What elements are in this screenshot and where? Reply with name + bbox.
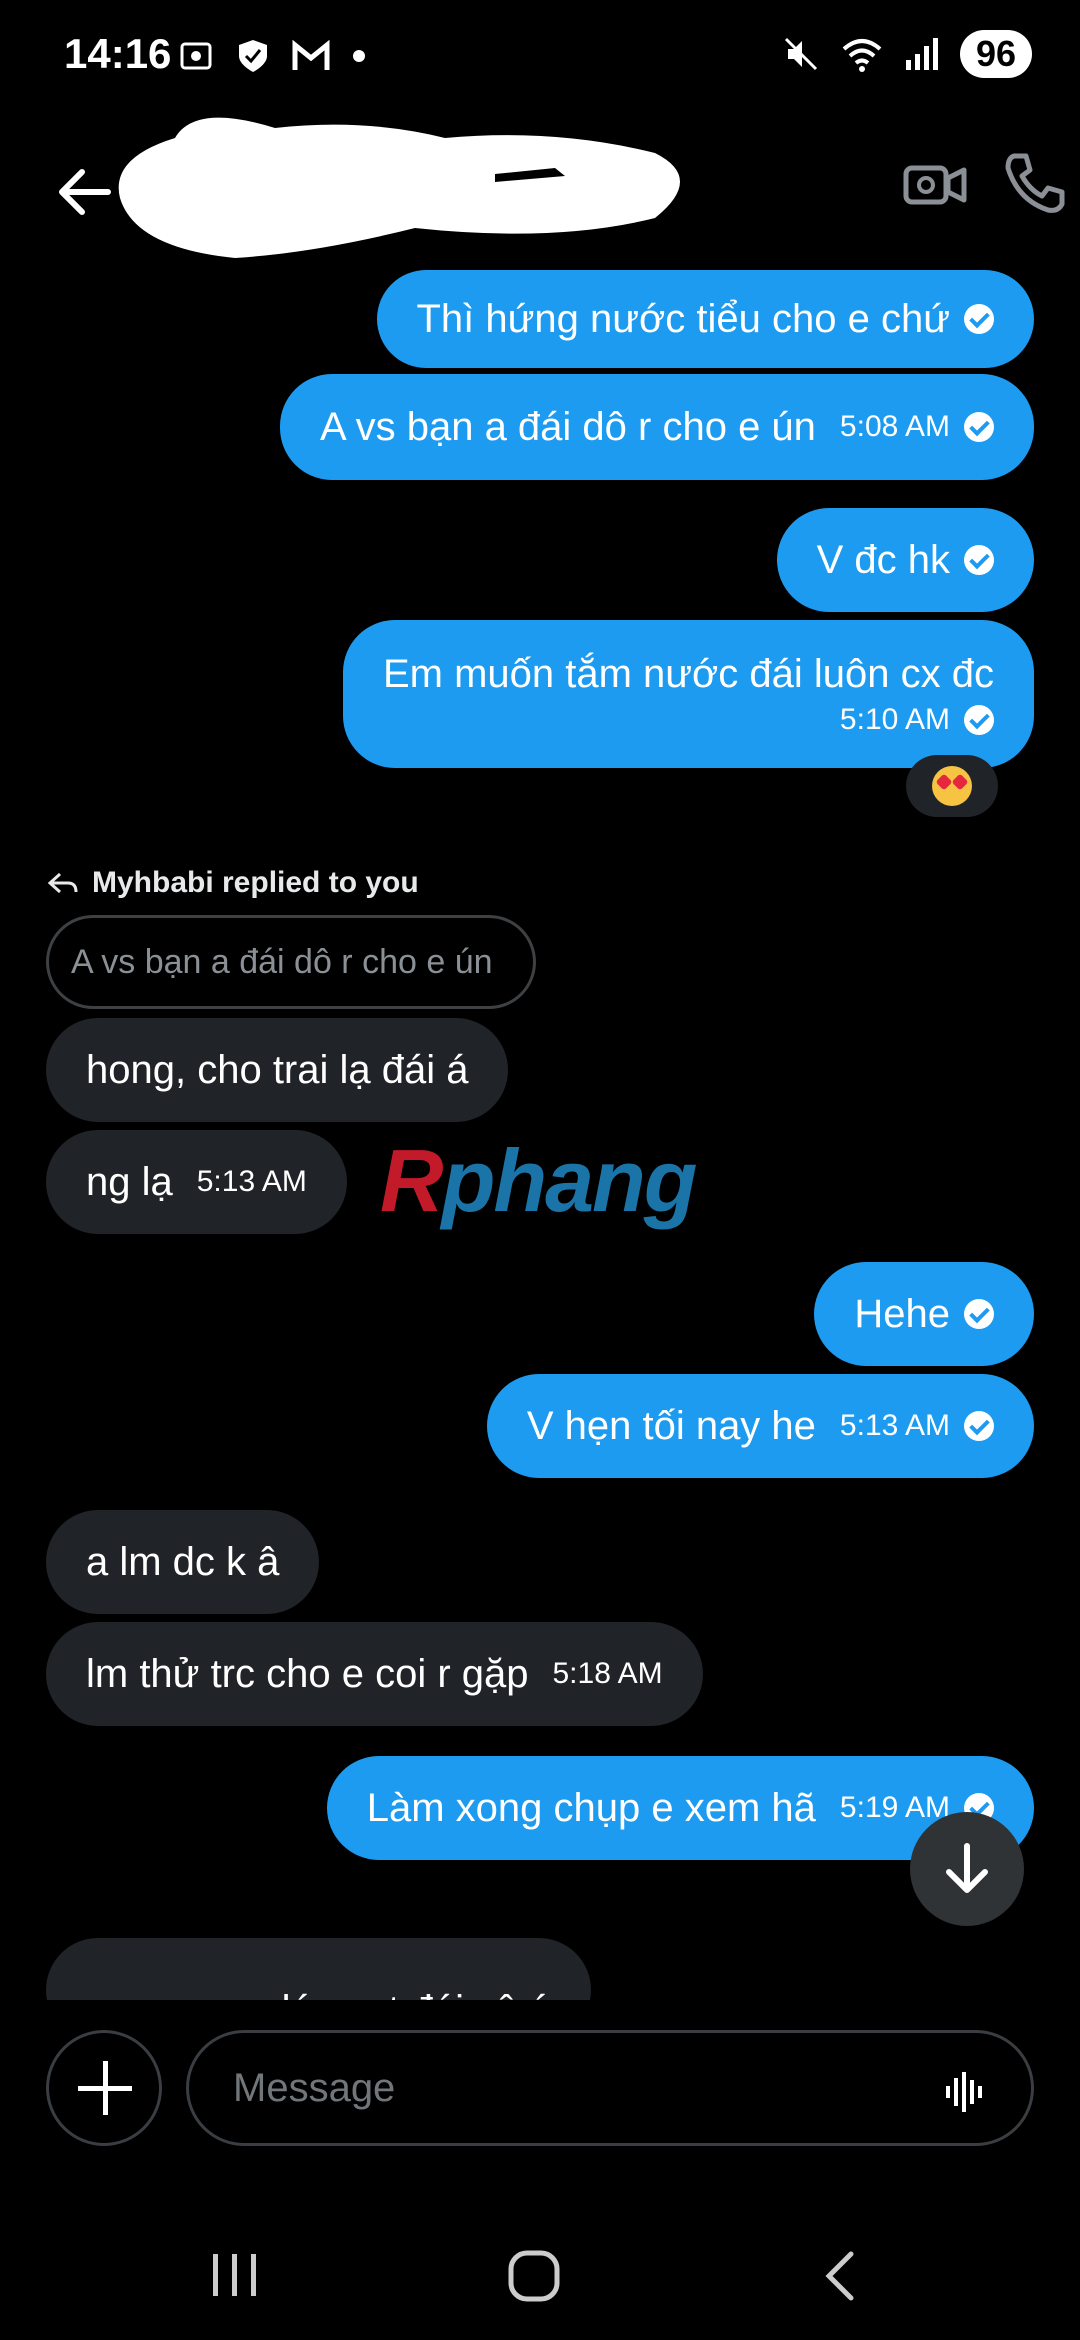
read-receipt-icon bbox=[964, 1411, 994, 1441]
system-navigation-bar bbox=[0, 2200, 1080, 2340]
watermark-logo: Rphang bbox=[380, 1131, 698, 1230]
message-bubble-outgoing[interactable]: Hehe bbox=[814, 1262, 1034, 1366]
message-text: ng lạ bbox=[86, 1159, 173, 1204]
reply-label-text: Myhbabi replied to you bbox=[92, 866, 419, 899]
back-nav-icon[interactable] bbox=[815, 2248, 865, 2304]
video-call-icon[interactable] bbox=[900, 150, 970, 220]
scroll-to-bottom-button[interactable] bbox=[910, 1812, 1024, 1926]
message-text: Em muốn tắm nước đái luôn cx đc bbox=[382, 651, 994, 696]
message-bubble-incoming[interactable]: gay e xem lúc ngt đái vô á bbox=[46, 1938, 591, 2000]
message-text: Làm xong chụp e xem hã bbox=[366, 1785, 816, 1830]
read-receipt-icon bbox=[964, 704, 994, 735]
screenshot-icon bbox=[180, 42, 212, 70]
message-text: V hẹn tối nay he bbox=[526, 1403, 816, 1448]
message-time: 5:10 AM bbox=[839, 702, 950, 736]
reply-arrow-icon bbox=[47, 872, 78, 894]
add-attachment-button[interactable] bbox=[46, 2030, 162, 2146]
phone-call-icon[interactable] bbox=[1000, 148, 1070, 218]
system-icons: 96 bbox=[782, 30, 1032, 78]
back-arrow-icon[interactable] bbox=[48, 156, 120, 228]
quoted-message[interactable]: A vs bạn a đái dô r cho e ún bbox=[46, 915, 536, 1009]
message-bubble-incoming[interactable]: lm thử trc cho e coi r gặp 5:18 AM bbox=[46, 1622, 703, 1726]
heart-eyes-emoji-icon bbox=[932, 766, 972, 806]
message-time: 5:13 AM bbox=[839, 1409, 950, 1442]
home-icon[interactable] bbox=[505, 2248, 565, 2304]
message-text: lm thử trc cho e coi r gặp bbox=[86, 1651, 529, 1696]
read-receipt-icon bbox=[964, 412, 994, 442]
message-bubble-outgoing[interactable]: V đc hk bbox=[776, 508, 1034, 612]
redaction-mark bbox=[118, 117, 680, 258]
recent-apps-icon[interactable] bbox=[205, 2250, 265, 2300]
message-text: A vs bạn a đái dô r cho e ún bbox=[320, 404, 816, 449]
voice-message-icon[interactable] bbox=[944, 2072, 988, 2112]
shield-icon bbox=[239, 40, 267, 72]
message-text: hong, cho trai lạ đái á bbox=[86, 1047, 469, 1092]
message-bubble-incoming[interactable]: ng lạ 5:13 AM bbox=[46, 1130, 347, 1234]
wifi-icon bbox=[842, 39, 882, 72]
battery-indicator: 96 bbox=[959, 30, 1032, 78]
message-time: 5:18 AM bbox=[552, 1657, 663, 1690]
message-bubble-outgoing[interactable]: A vs bạn a đái dô r cho e ún 5:08 AM bbox=[280, 374, 1034, 480]
status-bar: 14:16 96 bbox=[0, 0, 1080, 120]
read-receipt-icon bbox=[964, 304, 994, 334]
read-receipt-icon bbox=[964, 545, 994, 575]
message-text: Hehe bbox=[854, 1291, 950, 1336]
composer-bar bbox=[0, 2010, 1080, 2160]
message-bubble-outgoing[interactable]: Em muốn tắm nước đái luôn cx đc 5:10 AM bbox=[342, 620, 1034, 768]
message-list[interactable]: Thì hứng nước tiểu cho e chứ A vs bạn a … bbox=[0, 270, 1080, 2000]
message-bubble-outgoing[interactable]: Thì hứng nước tiểu cho e chứ bbox=[376, 270, 1034, 368]
message-bubble-incoming[interactable]: a lm dc k â bbox=[46, 1510, 320, 1614]
message-reaction[interactable] bbox=[906, 755, 998, 817]
message-text: a lm dc k â bbox=[86, 1539, 280, 1584]
message-bubble-incoming[interactable]: hong, cho trai lạ đái á bbox=[46, 1018, 509, 1122]
mute-icon bbox=[784, 37, 818, 71]
message-text: Thì hứng nước tiểu cho e chứ bbox=[416, 296, 951, 341]
gmail-icon bbox=[292, 40, 330, 70]
message-bubble-outgoing[interactable]: V hẹn tối nay he 5:13 AM bbox=[486, 1374, 1034, 1478]
notification-icons bbox=[178, 38, 366, 74]
message-time: 5:13 AM bbox=[196, 1165, 307, 1198]
signal-icon bbox=[905, 38, 938, 70]
reply-indicator: Myhbabi replied to you bbox=[46, 866, 419, 900]
read-receipt-icon bbox=[964, 1299, 994, 1329]
status-time: 14:16 bbox=[64, 30, 172, 77]
message-text: gay e xem lúc ngt đái vô á bbox=[86, 1988, 551, 2000]
message-text: V đc hk bbox=[816, 537, 950, 582]
arrow-down-icon bbox=[946, 1843, 988, 1893]
message-time: 5:08 AM bbox=[839, 410, 950, 443]
message-input[interactable] bbox=[186, 2030, 1034, 2146]
dot-icon bbox=[353, 50, 365, 62]
